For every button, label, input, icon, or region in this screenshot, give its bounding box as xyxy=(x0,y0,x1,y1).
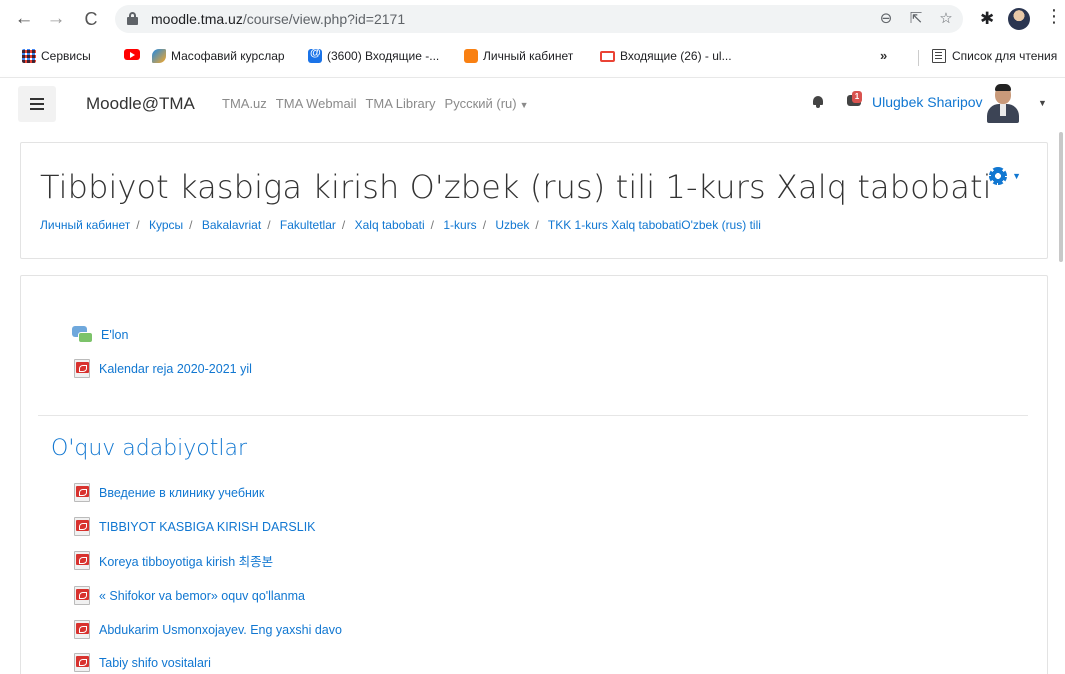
bookmark-label: Личный кабинет xyxy=(483,49,574,63)
bookmark-youtube[interactable] xyxy=(124,49,140,60)
back-arrow-icon[interactable]: ← xyxy=(12,6,36,32)
activity-announcements[interactable]: E'lon xyxy=(72,326,128,343)
bookmarks-bar: Сервисы Масофавий курслар (3600) Входящи… xyxy=(0,44,1065,72)
language-menu[interactable]: Русский (ru) ▼ xyxy=(445,96,529,111)
bookmark-distance-courses[interactable]: Масофавий курслар xyxy=(152,49,285,63)
user-avatar[interactable] xyxy=(985,83,1021,123)
activity-resource[interactable]: Koreya tibboyotiga kirish 최종본 xyxy=(74,551,273,570)
moodle-icon xyxy=(464,49,478,63)
mail-at-icon xyxy=(308,47,322,63)
pdf-icon xyxy=(74,551,91,570)
star-icon[interactable]: ☆ xyxy=(937,9,955,27)
bookmark-label: Сервисы xyxy=(41,49,91,63)
reload-icon[interactable]: C xyxy=(79,6,103,32)
nav-link-library[interactable]: TMA Library xyxy=(365,96,435,111)
url-text[interactable]: moodle.tma.uz/course/view.php?id=2171 xyxy=(151,11,405,27)
page-header: Tibbiyot kasbiga kirish O'zbek (rus) til… xyxy=(20,142,1048,259)
pdf-icon xyxy=(74,359,91,378)
chevron-down-icon: ▼ xyxy=(1012,171,1021,181)
moodle-navbar: Moodle@TMA TMA.uz TMA Webmail TMA Librar… xyxy=(0,77,1065,129)
youtube-icon xyxy=(124,49,140,60)
activity-resource[interactable]: Abdukarim Usmonxojayev. Eng yaxshi davo xyxy=(74,620,342,639)
extensions-puzzle-icon[interactable]: ✱ xyxy=(980,9,994,29)
breadcrumb-uzbek[interactable]: Uzbek xyxy=(495,218,529,232)
activity-resource[interactable]: Введение в клинику учебник xyxy=(74,483,264,502)
scrollbar-thumb[interactable] xyxy=(1059,132,1063,262)
section-title[interactable]: O'quv adabiyotlar xyxy=(51,436,247,461)
bookmark-label: Масофавий курслар xyxy=(171,49,285,63)
pdf-icon xyxy=(74,620,91,639)
breadcrumb-current-course[interactable]: TKK 1-kurs Xalq tabobatiO'zbek (rus) til… xyxy=(548,218,761,232)
masofaviy-logo-icon xyxy=(152,49,166,63)
breadcrumb: Личный кабинет / Курсы / Bakalavriat / Faku… xyxy=(40,218,761,232)
activity-link[interactable]: Tabiy shifo vositalari xyxy=(99,656,211,670)
breadcrumb-courses[interactable]: Курсы xyxy=(149,218,183,232)
hamburger-icon xyxy=(30,103,44,105)
nav-drawer-toggle-button[interactable] xyxy=(18,86,56,122)
more-bookmarks-button[interactable]: » xyxy=(880,48,887,63)
bookmark-label: Входящие (26) - ul... xyxy=(620,49,732,63)
activity-link[interactable]: E'lon xyxy=(101,328,128,342)
activity-link[interactable]: Введение в клинику учебник xyxy=(99,486,264,500)
address-bar[interactable]: moodle.tma.uz/course/view.php?id=2171 ⊖ … xyxy=(115,5,963,33)
browser-menu-icon[interactable]: ⋮ xyxy=(1045,6,1063,27)
bookmarks-divider xyxy=(918,50,919,66)
pdf-icon xyxy=(74,653,91,672)
lock-icon[interactable] xyxy=(127,12,138,25)
activity-link[interactable]: « Shifokor va bemor» oquv qo'llanma xyxy=(99,589,305,603)
browser-profile-avatar[interactable] xyxy=(1008,8,1030,30)
course-content xyxy=(20,275,1048,674)
reading-list-button[interactable]: Список для чтения xyxy=(932,49,1057,63)
breadcrumb-folk-medicine[interactable]: Xalq tabobati xyxy=(355,218,425,232)
forward-arrow-icon[interactable]: → xyxy=(44,6,68,32)
site-brand[interactable]: Moodle@TMA xyxy=(86,94,195,114)
breadcrumb-faculties[interactable]: Fakultetlar xyxy=(280,218,336,232)
bookmark-services[interactable]: Сервисы xyxy=(22,49,91,63)
url-path: /course/view.php?id=2171 xyxy=(242,11,406,27)
reading-list-label: Список для чтения xyxy=(952,49,1058,63)
zoom-icon[interactable]: ⊖ xyxy=(877,9,895,27)
reading-list-icon xyxy=(932,49,946,63)
chevron-down-icon: ▼ xyxy=(519,100,529,110)
language-label: Русский (ru) xyxy=(444,96,517,111)
activity-resource[interactable]: TIBBIYOT KASBIGA KIRISH DARSLIK xyxy=(74,517,316,536)
apps-grid-icon xyxy=(22,49,36,63)
activity-link[interactable]: Koreya tibboyotiga kirish 최종본 xyxy=(99,551,273,570)
pdf-icon xyxy=(74,517,91,536)
breadcrumb-year-1[interactable]: 1-kurs xyxy=(443,218,476,232)
forum-icon xyxy=(72,326,93,343)
bookmark-moodle-dashboard[interactable]: Личный кабинет xyxy=(464,49,573,63)
message-count-badge: 1 xyxy=(852,91,862,103)
pdf-icon xyxy=(74,586,91,605)
messages-icon[interactable]: 1 xyxy=(845,91,863,109)
gear-icon xyxy=(989,167,1008,185)
section-divider xyxy=(38,415,1028,416)
activity-link[interactable]: TIBBIYOT KASBIGA KIRISH DARSLIK xyxy=(99,520,316,534)
bookmark-label: (3600) Входящие -... xyxy=(327,49,440,63)
breadcrumb-dashboard[interactable]: Личный кабинет xyxy=(40,218,130,232)
address-bar-actions: ⊖ ⇱ ☆ xyxy=(877,9,955,27)
browser-toolbar: ← → C moodle.tma.uz/course/view.php?id=2… xyxy=(0,0,1065,40)
nav-link-webmail[interactable]: TMA Webmail xyxy=(276,96,357,111)
activity-calendar-plan[interactable]: Kalendar reja 2020-2021 yil xyxy=(74,359,252,378)
activity-link[interactable]: Abdukarim Usmonxojayev. Eng yaxshi davo xyxy=(99,623,342,637)
activity-resource[interactable]: « Shifokor va bemor» oquv qo'llanma xyxy=(74,586,305,605)
activity-link[interactable]: Kalendar reja 2020-2021 yil xyxy=(99,362,252,376)
pdf-icon xyxy=(74,483,91,502)
url-host: moodle.tma.uz xyxy=(151,11,243,27)
nav-link-tma-uz[interactable]: TMA.uz xyxy=(222,96,267,111)
user-menu-chevron-icon[interactable]: ▼ xyxy=(1038,98,1047,108)
bookmark-gmail[interactable]: Входящие (26) - ul... xyxy=(600,49,732,63)
breadcrumb-bachelor[interactable]: Bakalavriat xyxy=(202,218,261,232)
page-title: Tibbiyot kasbiga kirish O'zbek (rus) til… xyxy=(40,168,992,206)
user-name[interactable]: Ulugbek Sharipov xyxy=(872,94,983,110)
course-settings-menu[interactable]: ▼ xyxy=(989,167,1021,185)
gmail-icon xyxy=(600,50,615,62)
activity-resource[interactable]: Tabiy shifo vositalari xyxy=(74,653,211,672)
custom-menu: TMA.uz TMA Webmail TMA Library Русский (… xyxy=(222,96,529,111)
notifications-bell-icon[interactable] xyxy=(812,95,824,108)
share-icon[interactable]: ⇱ xyxy=(907,9,925,27)
bookmark-mail-inbox[interactable]: (3600) Входящие -... xyxy=(308,47,440,63)
